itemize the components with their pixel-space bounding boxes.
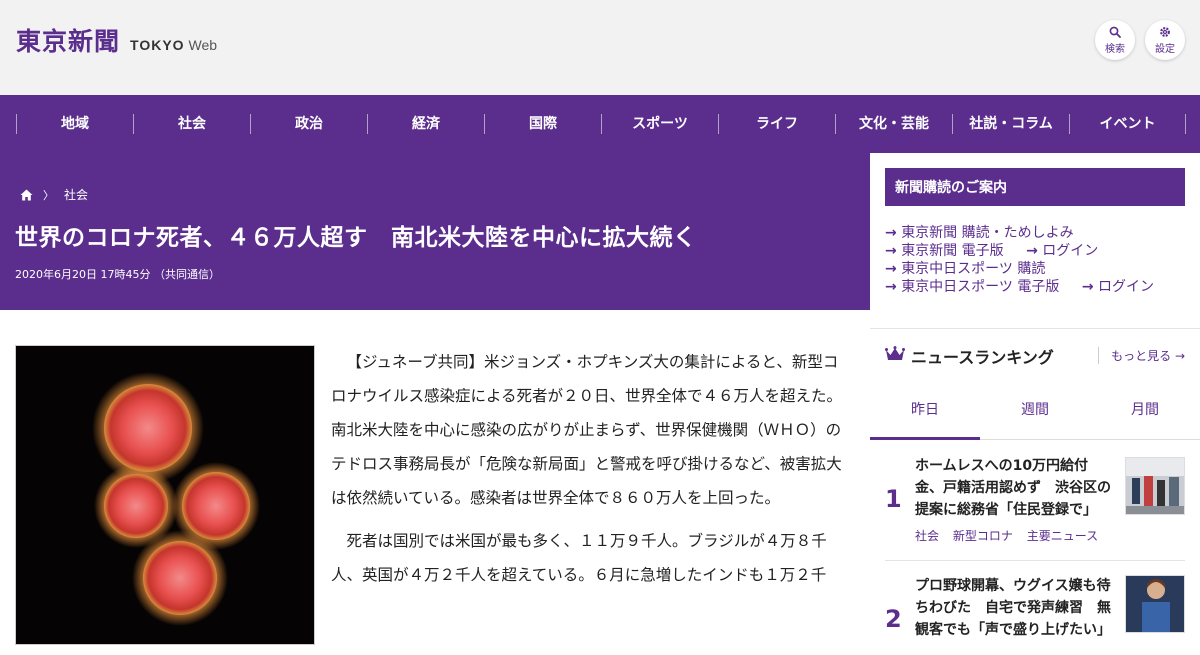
link-tokyo-digital[interactable]: → 東京新聞 電子版 [885, 243, 1004, 259]
article-body: 【ジュネーブ共同】米ジョンズ・ホプキンズ大の集計によると、新型コロナウイルス感染… [331, 345, 846, 601]
virus-image [92, 372, 260, 626]
arrow-right-icon: → [1081, 279, 1094, 295]
ranking-header: ニュースランキング もっと見る → [885, 344, 1185, 367]
main-nav: 地域 社会 政治 経済 国際 スポーツ ライフ 文化・芸能 社説・コラム イベン… [0, 95, 1200, 153]
logo-tokyo: TOKYO [130, 37, 185, 53]
tab-weekly[interactable]: 週間 [980, 388, 1090, 440]
more-link[interactable]: もっと見る → [1098, 347, 1185, 364]
home-icon[interactable] [20, 189, 33, 201]
rank-title[interactable]: ホームレスへの10万円給付金、戸籍活用認めず 渋谷区の提案に総務省「住民登録で」 [915, 455, 1113, 521]
link-tokyo-login[interactable]: → ログイン [1026, 243, 1098, 259]
link-chunichi-login[interactable]: → ログイン [1082, 279, 1154, 295]
nav-item-region[interactable]: 地域 [16, 114, 133, 134]
article-date: 2020年6月20日 17時45分 （共同通信） [15, 268, 220, 281]
ranking-tabs: 昨日 週間 月間 [870, 388, 1200, 440]
nav-item-life[interactable]: ライフ [718, 114, 835, 134]
link-chunichi-digital[interactable]: → 東京中日スポーツ 電子版 [885, 279, 1059, 295]
sidebar-divider [870, 328, 1200, 329]
tag-covid[interactable]: 新型コロナ [953, 529, 1013, 543]
article-paragraph-1: 【ジュネーブ共同】米ジョンズ・ホプキンズ大の集計によると、新型コロナウイルス感染… [331, 353, 843, 507]
crown-icon [885, 346, 905, 360]
rank-divider [885, 560, 1185, 561]
more-link-label: もっと見る [1111, 349, 1172, 363]
rank-thumbnail[interactable] [1125, 457, 1185, 515]
arrow-right-icon: → [1026, 243, 1038, 259]
rank-tags: 社会 新型コロナ 主要ニュース [915, 527, 1108, 544]
article-title: 世界のコロナ死者、４６万人超す 南北米大陸を中心に拡大続く [15, 225, 697, 251]
settings-label: 設定 [1155, 43, 1175, 55]
article-photo[interactable] [15, 345, 315, 645]
link-tokyo-digital-label: 東京新聞 電子版 [901, 243, 1004, 259]
link-tokyo-login-label: ログイン [1042, 243, 1099, 259]
subscription-links: → 東京新聞 購読・ためしよみ → 東京新聞 電子版 → ログイン → 東京中日… [885, 224, 1185, 296]
breadcrumb: 〉 社会 [20, 186, 88, 203]
rank-thumbnail[interactable] [1125, 575, 1185, 633]
arrow-right-icon: → [885, 261, 897, 277]
nav-item-society[interactable]: 社会 [133, 114, 250, 134]
rank-title[interactable]: プロ野球開幕、ウグイス嬢も待ちわびた 自宅で発声練習 無観客でも「声で盛り上げた… [915, 575, 1113, 641]
nav-item-international[interactable]: 国際 [484, 114, 601, 134]
tag-main-news[interactable]: 主要ニュース [1027, 529, 1098, 543]
nav-item-events[interactable]: イベント [1069, 114, 1186, 134]
subscription-heading: 新聞購読のご案内 [885, 168, 1185, 206]
arrow-right-icon: → [1174, 349, 1185, 363]
thumbnail-image [1126, 576, 1184, 632]
search-button[interactable]: 検索 [1095, 20, 1135, 60]
link-chunichi-digital-label: 東京中日スポーツ 電子版 [901, 279, 1060, 295]
ranking-item[interactable]: 2 プロ野球開幕、ウグイス嬢も待ちわびた 自宅で発声練習 無観客でも「声で盛り上… [885, 575, 1185, 655]
nav-item-editorial[interactable]: 社説・コラム [952, 114, 1069, 134]
breadcrumb-category[interactable]: 社会 [64, 186, 88, 203]
tag-society[interactable]: 社会 [915, 529, 939, 543]
nav-item-sports[interactable]: スポーツ [601, 114, 718, 134]
link-chunichi-login-label: ログイン [1098, 279, 1154, 295]
search-label: 検索 [1105, 43, 1125, 55]
link-subscribe-tokyo-label: 東京新聞 購読・ためしよみ [901, 225, 1074, 241]
link-subscribe-chunichi[interactable]: → 東京中日スポーツ 購読 [885, 261, 1045, 277]
site-logo[interactable]: 東京新聞 TOKYO Web [16, 22, 217, 58]
nav-item-politics[interactable]: 政治 [250, 114, 367, 134]
article-paragraph-2: 死者は国別では米国が最も多く、１１万９千人。ブラジルが４万８千人、英国が４万２千… [331, 532, 827, 584]
chevron-right-icon: 〉 [43, 188, 54, 202]
link-subscribe-tokyo[interactable]: → 東京新聞 購読・ためしよみ [885, 225, 1074, 241]
search-icon [1109, 26, 1121, 38]
link-subscribe-chunichi-label: 東京中日スポーツ 購読 [901, 261, 1046, 277]
nav-item-economy[interactable]: 経済 [367, 114, 484, 134]
arrow-right-icon: → [885, 225, 897, 241]
tab-yesterday[interactable]: 昨日 [870, 388, 980, 440]
gear-icon [1160, 26, 1170, 37]
settings-button[interactable]: 設定 [1145, 20, 1185, 60]
ranking-title: ニュースランキング [911, 348, 1054, 367]
nav-item-culture[interactable]: 文化・芸能 [835, 114, 952, 134]
thumbnail-image [1126, 458, 1184, 514]
rank-number: 2 [885, 605, 902, 633]
arrow-right-icon: → [885, 279, 897, 295]
arrow-right-icon: → [885, 243, 897, 259]
logo-web: Web [188, 37, 218, 53]
ranking-item[interactable]: 1 ホームレスへの10万円給付金、戸籍活用認めず 渋谷区の提案に総務省「住民登録… [885, 455, 1185, 555]
site-header: 東京新聞 TOKYO Web 検索 設定 [0, 0, 1200, 95]
logo-kanji: 東京新聞 [16, 27, 121, 56]
rank-number: 1 [885, 485, 902, 513]
tab-monthly[interactable]: 月間 [1090, 388, 1200, 440]
